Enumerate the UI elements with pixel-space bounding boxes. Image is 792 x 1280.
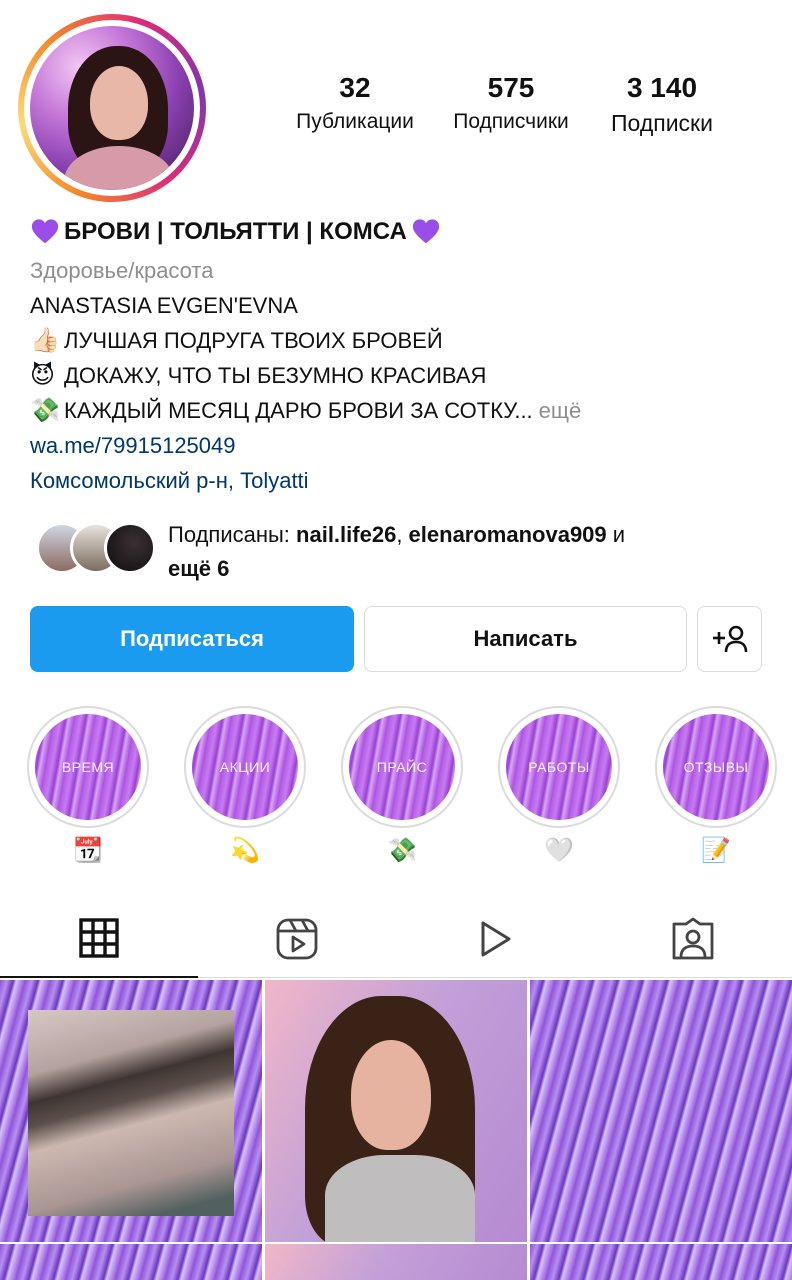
money-wings-icon: 💸 (30, 396, 60, 424)
white-heart-icon: 🤍 (544, 837, 574, 864)
followed-by-more[interactable]: ещё 6 (168, 556, 229, 581)
thumbs-up-icon: 👍🏻 (30, 326, 60, 354)
stat-following-label: Подписки (611, 110, 713, 136)
post-thumbnail[interactable] (265, 1244, 527, 1280)
tab-posts[interactable] (0, 900, 198, 978)
stat-followers-value: 575 (487, 72, 535, 103)
post-thumbnail[interactable] (530, 980, 792, 1242)
bio-more-link[interactable]: ещё (539, 393, 582, 428)
bio-line: 💸 КАЖДЫЙ МЕСЯЦ ДАРЮ БРОВИ ЗА СОТКУ... ещ… (30, 393, 770, 428)
tab-tagged[interactable] (594, 900, 792, 978)
highlight-title: ПРАЙС (376, 759, 428, 775)
tagged-icon (672, 917, 714, 960)
avatar-face (90, 66, 148, 140)
stat-following-value: 3 140 (626, 72, 698, 103)
purple-heart-icon (31, 219, 59, 244)
stat-posts-label: Публикации (296, 110, 414, 133)
avatar[interactable] (30, 26, 194, 190)
highlight-ring: ВРЕМЯ (27, 706, 149, 828)
bio-line: 😈 ДОКАЖУ, ЧТО ТЫ БЕЗУМНО КРАСИВАЯ (30, 358, 770, 393)
bio-line-name: ANASTASIA EVGEN'EVNA (30, 288, 770, 323)
profile-category: Здоровье/красота (30, 258, 214, 283)
highlight-cover: ОТЗЫВЫ (663, 714, 769, 820)
stat-followers[interactable]: 575 Подписчики (438, 72, 584, 134)
followed-by-text: Подписаны: nail.life26, elenaromanova909… (168, 518, 768, 586)
video-icon (481, 921, 511, 957)
profile-tabs (0, 900, 792, 978)
highlight-cover: АКЦИИ (192, 714, 298, 820)
bio-line: 👍🏻 ЛУЧШАЯ ПОДРУГА ТВОИХ БРОВЕЙ (30, 323, 770, 358)
followed-by-separator: , (396, 522, 409, 547)
stat-posts[interactable]: 32 Публикации (280, 72, 430, 134)
dizzy-icon: 💫 (230, 837, 260, 864)
bio-line-text: КАЖДЫЙ МЕСЯЦ ДАРЮ БРОВИ ЗА СОТКУ... (64, 398, 533, 423)
mutual-avatar (104, 522, 156, 574)
highlight-title: РАБОТЫ (528, 759, 590, 775)
calendar-icon: 📆 (73, 837, 103, 864)
profile-name-row: БРОВИ | ТОЛЬЯТТИ | КОМСА (30, 212, 770, 252)
message-button[interactable]: Написать (364, 606, 687, 672)
bio-line-text: ДОКАЖУ, ЧТО ТЫ БЕЗУМНО КРАСИВАЯ (64, 363, 487, 388)
highlight-ring: ОТЗЫВЫ (655, 706, 777, 828)
follow-button[interactable]: Подписаться (30, 606, 354, 672)
post-thumbnail[interactable] (0, 1244, 262, 1280)
post-thumbnail[interactable] (265, 980, 527, 1242)
highlight-price[interactable]: ПРАЙС 💸 (341, 706, 463, 866)
memo-icon: 📝 (701, 837, 731, 864)
highlight-ring: РАБОТЫ (498, 706, 620, 828)
profile-name: БРОВИ | ТОЛЬЯТТИ | КОМСА (64, 218, 407, 245)
highlight-cover: РАБОТЫ (506, 714, 612, 820)
profile-stats: 32 Публикации 575 Подписчики 3 140 Подпи… (280, 72, 740, 142)
stat-following[interactable]: 3 140 Подписки (592, 72, 732, 137)
post-person-face (351, 1040, 431, 1150)
highlight-title: АКЦИИ (219, 759, 271, 775)
avatar-gap (24, 20, 200, 196)
profile-bio: БРОВИ | ТОЛЬЯТТИ | КОМСА Здоровье/красот… (30, 212, 770, 498)
highlight-ring: ПРАЙС (341, 706, 463, 828)
highlight-title: ВРЕМЯ (61, 759, 115, 775)
post-thumbnail[interactable] (0, 980, 262, 1242)
devil-icon: 😈 (30, 361, 56, 389)
add-person-icon (712, 625, 747, 653)
highlight-cover: ВРЕМЯ (35, 714, 141, 820)
tab-reels[interactable] (198, 900, 396, 978)
avatar-story-ring[interactable] (18, 14, 206, 202)
suggested-users-button[interactable] (697, 606, 762, 672)
followed-by[interactable]: Подписаны: nail.life26, elenaromanova909… (36, 518, 776, 584)
profile-location-link[interactable]: Комсомольский р-н, Tolyatti (30, 463, 770, 498)
money-wings-icon: 💸 (387, 837, 417, 864)
reels-icon (276, 918, 318, 960)
highlight-works[interactable]: РАБОТЫ 🤍 (498, 706, 620, 866)
stat-followers-label: Подписчики (453, 110, 569, 133)
stat-posts-value: 32 (339, 72, 371, 103)
bio-line-text: ЛУЧШАЯ ПОДРУГА ТВОИХ БРОВЕЙ (64, 328, 443, 353)
highlight-ring: АКЦИИ (184, 706, 306, 828)
followed-by-user[interactable]: elenaromanova909 (409, 522, 607, 547)
highlight-reviews[interactable]: ОТЗЫВЫ 📝 (655, 706, 777, 866)
grid-icon (79, 918, 119, 958)
post-person-shirt (325, 1155, 475, 1242)
followed-by-and: и (606, 522, 626, 547)
followed-by-user[interactable]: nail.life26 (296, 522, 396, 547)
highlight-time[interactable]: ВРЕМЯ 📆 (27, 706, 149, 866)
bio-line-text: ANASTASIA EVGEN'EVNA (30, 293, 298, 318)
highlight-title: ОТЗЫВЫ (683, 759, 749, 775)
highlight-promo[interactable]: АКЦИИ 💫 (184, 706, 306, 866)
brow-photo (28, 1010, 234, 1216)
tab-videos[interactable] (396, 900, 594, 978)
highlight-cover: ПРАЙС (349, 714, 455, 820)
post-thumbnail[interactable] (530, 1244, 792, 1280)
purple-heart-icon (412, 219, 439, 244)
posts-grid (0, 980, 792, 1280)
profile-website-link[interactable]: wa.me/79915125049 (30, 428, 770, 463)
followed-by-prefix: Подписаны: (168, 522, 297, 547)
